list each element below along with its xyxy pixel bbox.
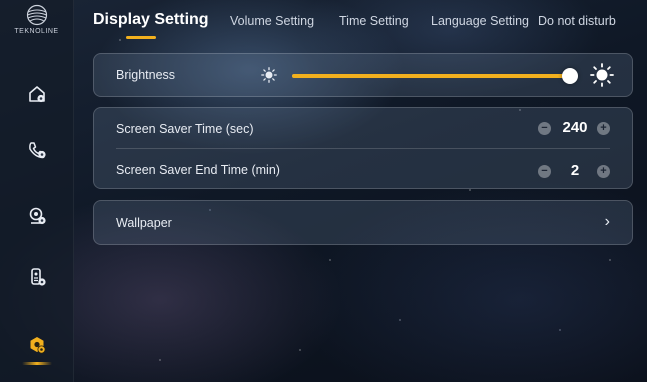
wallpaper-row[interactable]: Wallpaper › [93,200,633,245]
home-settings-icon [28,86,45,103]
sidebar-item-camera[interactable] [0,196,73,236]
brightness-slider[interactable] [292,68,578,84]
brightness-label: Brightness [116,68,176,82]
phone-settings-icon [28,142,46,159]
settings-screen: TEKNOLINE Display Setting Volume Setting… [0,0,647,382]
tab-volume-setting[interactable]: Volume Setting [230,14,314,28]
screen-saver-time-value: 240 [562,119,588,136]
sidebar-item-home[interactable] [0,74,73,114]
brightness-card: Brightness [93,53,633,97]
brand-name: TEKNOLINE [14,28,59,35]
brightness-low-icon [261,67,277,83]
screen-saver-end-time-label: Screen Saver End Time (min) [116,163,280,177]
screen-saver-end-time-decrease-button[interactable]: − [538,165,551,178]
camera-settings-icon [29,207,46,225]
divider [116,148,610,149]
tab-display-setting[interactable]: Display Setting [93,11,209,39]
screen-saver-end-time-value: 2 [570,162,580,179]
screen-saver-time-increase-button[interactable]: + [597,122,610,135]
brightness-slider-fill [292,74,570,78]
tab-do-not-disturb[interactable]: Do not disturb [538,14,616,28]
screen-saver-time-decrease-button[interactable]: − [538,122,551,135]
sidebar-item-system[interactable] [0,325,73,365]
screen-saver-end-time-increase-button[interactable]: + [597,165,610,178]
brightness-high-icon [590,63,614,87]
sidebar: TEKNOLINE [0,0,74,382]
wallpaper-label: Wallpaper [116,216,172,230]
tab-time-setting[interactable]: Time Setting [339,14,409,28]
screen-saver-card: Screen Saver Time (sec) − 240 + Screen S… [93,107,633,189]
sidebar-item-phone[interactable] [0,130,73,170]
brand-logo: TEKNOLINE [0,4,73,54]
settings-tabs: Display Setting Volume Setting Time Sett… [93,0,647,40]
chevron-right-icon: › [604,213,610,230]
tab-language-setting[interactable]: Language Setting [431,14,529,28]
system-settings-icon [30,337,45,354]
sidebar-item-intercom[interactable] [0,257,73,297]
globe-logo-icon [26,4,47,26]
intercom-settings-icon [30,268,46,286]
brightness-slider-knob[interactable] [562,68,578,84]
screen-saver-time-label: Screen Saver Time (sec) [116,122,254,136]
